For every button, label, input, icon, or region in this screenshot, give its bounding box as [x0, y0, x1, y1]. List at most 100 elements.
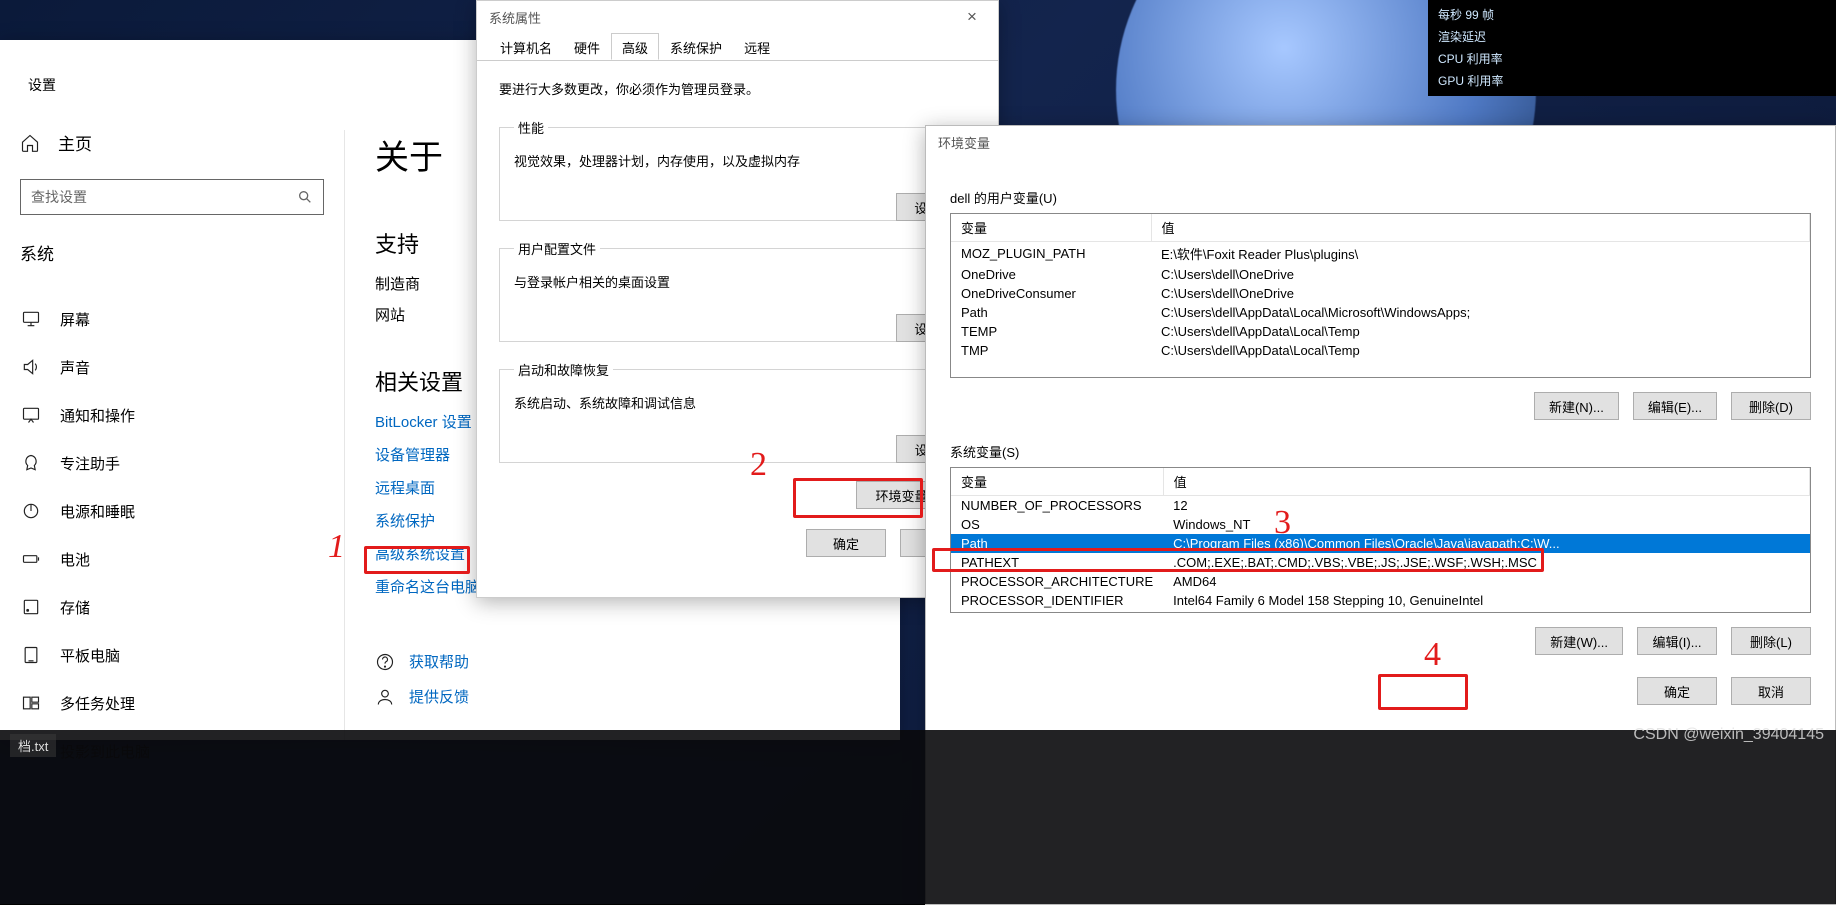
var-name: Path: [951, 303, 1151, 322]
sidebar-section-heading: 系统: [20, 240, 324, 265]
multitask-icon: [20, 692, 42, 714]
display-icon: [20, 308, 42, 330]
sidebar-item-multitask[interactable]: 多任务处理: [20, 679, 324, 727]
sidebar-item-focus[interactable]: 专注助手: [20, 439, 324, 487]
table-row[interactable]: TEMPC:\Users\dell\AppData\Local\Temp: [951, 322, 1810, 341]
envvar-title: 环境变量: [938, 133, 990, 152]
var-name: Path: [951, 534, 1163, 553]
performance-group: 性能 视觉效果，处理器计划，内存使用，以及虚拟内存 设置(S): [499, 118, 976, 221]
sys-vars-label: 系统变量(S): [950, 442, 1811, 461]
table-row[interactable]: PATHEXT.COM;.EXE;.BAT;.CMD;.VBS;.VBE;.JS…: [951, 553, 1810, 572]
var-value: C:\Users\dell\AppData\Local\Microsoft\Wi…: [1151, 303, 1810, 322]
var-name: TEMP: [951, 322, 1151, 341]
help-icon: [375, 652, 395, 672]
col-value[interactable]: 值: [1151, 214, 1810, 242]
var-value: Windows_NT: [1163, 515, 1809, 534]
table-row[interactable]: PROCESSOR_LEVEL6: [951, 610, 1810, 613]
var-value: Intel64 Family 6 Model 158 Stepping 10, …: [1163, 591, 1809, 610]
table-row[interactable]: MOZ_PLUGIN_PATHE:\软件\Foxit Reader Plus\p…: [951, 242, 1810, 266]
focus-icon: [20, 452, 42, 474]
var-value: C:\Program Files (x86)\Common Files\Orac…: [1163, 534, 1809, 553]
envvar-cancel-button[interactable]: 取消: [1731, 677, 1811, 705]
sidebar-item-power[interactable]: 电源和睡眠: [20, 487, 324, 535]
table-row[interactable]: OSWindows_NT: [951, 515, 1810, 534]
group-title: 性能: [514, 118, 548, 137]
sidebar-item-display[interactable]: 屏幕: [20, 295, 324, 343]
group-title: 用户配置文件: [514, 239, 600, 258]
var-value: 6: [1163, 610, 1809, 613]
sidebar-item-storage[interactable]: 存储: [20, 583, 324, 631]
taskbar-file[interactable]: 档.txt: [10, 734, 56, 757]
feedback-link[interactable]: 提供反馈: [375, 686, 870, 707]
sys-delete-button[interactable]: 删除(L): [1731, 627, 1811, 655]
table-row[interactable]: PathC:\Users\dell\AppData\Local\Microsof…: [951, 303, 1810, 322]
sidebar-item-battery[interactable]: 电池: [20, 535, 324, 583]
user-profile-group: 用户配置文件 与登录帐户相关的桌面设置 设置(E): [499, 239, 976, 342]
var-value: 12: [1163, 496, 1809, 516]
user-vars-label: dell 的用户变量(U): [950, 188, 1811, 207]
var-value: .COM;.EXE;.BAT;.CMD;.VBS;.VBE;.JS;.JSE;.…: [1163, 553, 1809, 572]
user-new-button[interactable]: 新建(N)...: [1534, 392, 1619, 420]
col-value[interactable]: 值: [1163, 468, 1809, 496]
user-delete-button[interactable]: 删除(D): [1731, 392, 1811, 420]
var-name: TMP: [951, 341, 1151, 360]
ok-button[interactable]: 确定: [806, 529, 886, 557]
get-help-link[interactable]: 获取帮助: [375, 651, 870, 672]
sys-edit-button[interactable]: 编辑(I)...: [1637, 627, 1717, 655]
sysprop-notice: 要进行大多数更改，你必须作为管理员登录。: [499, 79, 976, 98]
user-edit-button[interactable]: 编辑(E)...: [1633, 392, 1717, 420]
sysprop-tabs: 计算机名硬件高级系统保护远程: [477, 33, 998, 61]
close-icon[interactable]: ×: [952, 7, 992, 27]
sidebar-item-label: 电源和睡眠: [60, 501, 135, 522]
sidebar-item-notify[interactable]: 通知和操作: [20, 391, 324, 439]
sidebar-item-label: 屏幕: [60, 309, 90, 330]
tab-1[interactable]: 硬件: [563, 33, 611, 60]
tab-4[interactable]: 远程: [733, 33, 781, 60]
group-title: 启动和故障恢复: [514, 360, 613, 379]
table-row[interactable]: TMPC:\Users\dell\AppData\Local\Temp: [951, 341, 1810, 360]
var-value: C:\Users\dell\AppData\Local\Temp: [1151, 322, 1810, 341]
var-name: PROCESSOR_IDENTIFIER: [951, 591, 1163, 610]
sys-vars-table[interactable]: 变量 值 NUMBER_OF_PROCESSORS12OSWindows_NTP…: [950, 467, 1811, 613]
tab-0[interactable]: 计算机名: [489, 33, 563, 60]
group-desc: 与登录帐户相关的桌面设置: [514, 272, 961, 291]
tablet-icon: [20, 644, 42, 666]
sidebar-home-label: 主页: [58, 130, 92, 155]
sidebar-item-sound[interactable]: 声音: [20, 343, 324, 391]
feedback-icon: [375, 687, 395, 707]
sound-icon: [20, 356, 42, 378]
system-properties-dialog: 系统属性 × 计算机名硬件高级系统保护远程 要进行大多数更改，你必须作为管理员登…: [476, 0, 999, 598]
var-name: OneDriveConsumer: [951, 284, 1151, 303]
var-value: AMD64: [1163, 572, 1809, 591]
perf-line: CPU 利用率: [1438, 48, 1826, 70]
sysprop-title: 系统属性: [489, 8, 541, 27]
var-name: PROCESSOR_LEVEL: [951, 610, 1163, 613]
group-desc: 视觉效果，处理器计划，内存使用，以及虚拟内存: [514, 151, 961, 170]
sys-new-button[interactable]: 新建(W)...: [1535, 627, 1623, 655]
perf-line: GPU 利用率: [1438, 70, 1826, 92]
search-input[interactable]: 查找设置: [20, 179, 324, 215]
performance-overlay: 每秒 99 帧 渲染延迟 CPU 利用率 GPU 利用率: [1428, 0, 1836, 96]
var-name: OneDrive: [951, 265, 1151, 284]
taskbar[interactable]: 档.txt: [0, 730, 1836, 904]
var-value: C:\Users\dell\OneDrive: [1151, 265, 1810, 284]
sidebar-item-label: 电池: [60, 549, 90, 570]
user-vars-table[interactable]: 变量 值 MOZ_PLUGIN_PATHE:\软件\Foxit Reader P…: [950, 213, 1811, 378]
perf-line: 每秒 99 帧: [1438, 4, 1826, 26]
table-row[interactable]: PROCESSOR_ARCHITECTUREAMD64: [951, 572, 1810, 591]
tab-3[interactable]: 系统保护: [659, 33, 733, 60]
table-row[interactable]: OneDriveC:\Users\dell\OneDrive: [951, 265, 1810, 284]
table-row[interactable]: OneDriveConsumerC:\Users\dell\OneDrive: [951, 284, 1810, 303]
tab-2[interactable]: 高级: [611, 33, 659, 60]
sidebar-item-tablet[interactable]: 平板电脑: [20, 631, 324, 679]
table-row[interactable]: NUMBER_OF_PROCESSORS12: [951, 496, 1810, 516]
col-variable[interactable]: 变量: [951, 468, 1163, 496]
sidebar-home[interactable]: 主页: [20, 130, 324, 155]
var-name: MOZ_PLUGIN_PATH: [951, 242, 1151, 266]
table-row[interactable]: PathC:\Program Files (x86)\Common Files\…: [951, 534, 1810, 553]
table-row[interactable]: PROCESSOR_IDENTIFIERIntel64 Family 6 Mod…: [951, 591, 1810, 610]
col-variable[interactable]: 变量: [951, 214, 1151, 242]
sidebar-item-label: 存储: [60, 597, 90, 618]
envvar-ok-button[interactable]: 确定: [1637, 677, 1717, 705]
var-value: C:\Users\dell\AppData\Local\Temp: [1151, 341, 1810, 360]
